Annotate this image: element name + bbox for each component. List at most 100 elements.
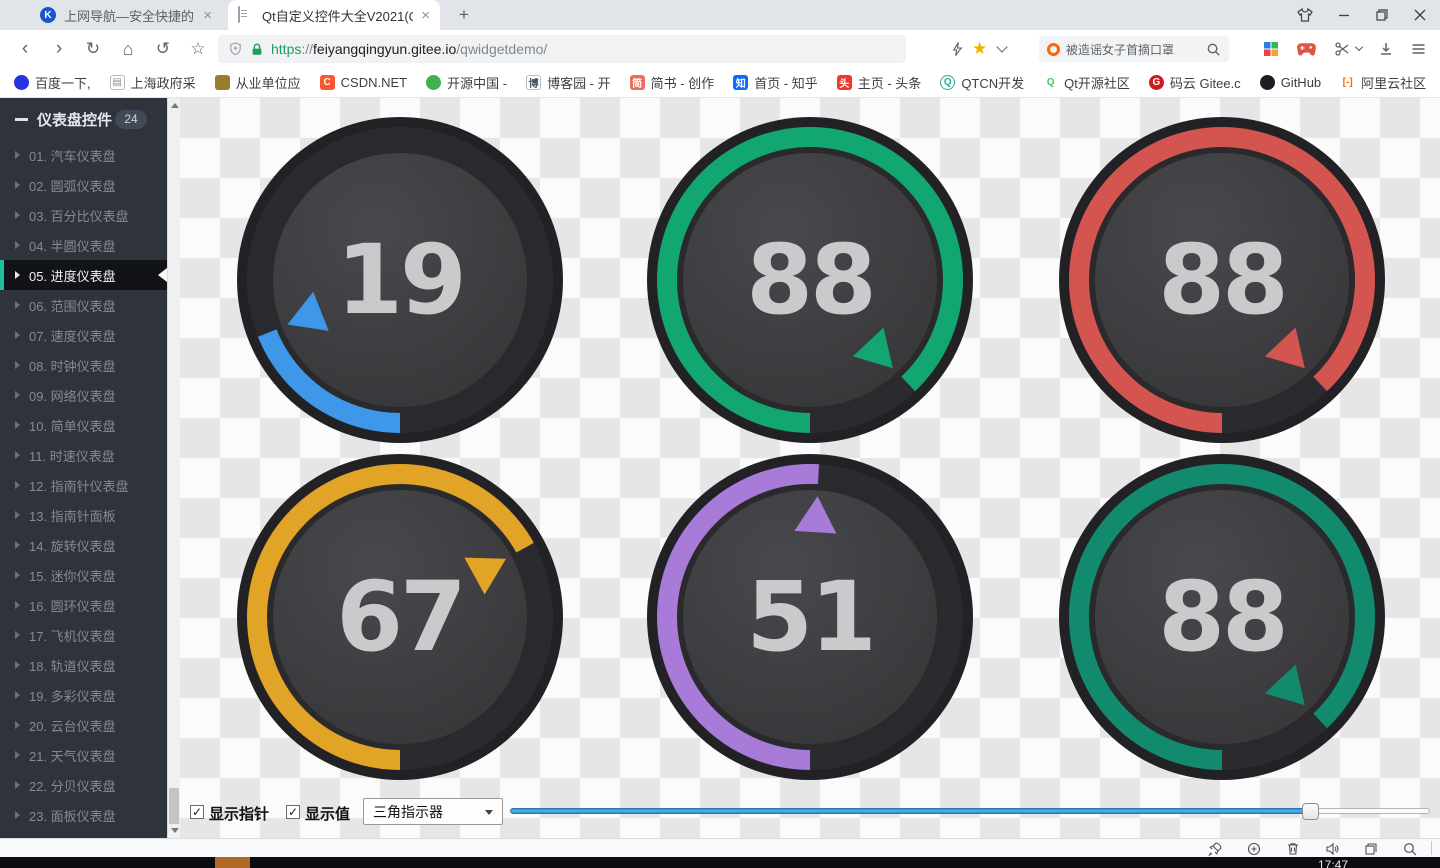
scroll-down-icon[interactable] (171, 828, 179, 833)
taskbar-clock: 17:47 (1318, 858, 1348, 868)
sidebar-item-08[interactable]: 08. 时钟仪表盘 (0, 350, 167, 380)
volume-icon[interactable] (1324, 841, 1340, 857)
expand-arrow-icon (15, 661, 20, 669)
new-tab-button[interactable]: + (452, 4, 476, 26)
slider-empty-track[interactable] (1310, 808, 1430, 814)
image-favicon (215, 75, 230, 90)
sidebar-item-15[interactable]: 15. 迷你仪表盘 (0, 560, 167, 590)
search-icon[interactable] (1206, 42, 1221, 57)
menu-hamburger-icon[interactable] (1410, 30, 1427, 68)
sidebar-item-18[interactable]: 18. 轨道仪表盘 (0, 650, 167, 680)
indicator-style-combobox[interactable]: 三角指示器 (363, 798, 503, 825)
sidebar-item-03[interactable]: 03. 百分比仪表盘 (0, 200, 167, 230)
taskbar-active-app[interactable] (215, 857, 250, 868)
multi-window-icon[interactable] (1363, 841, 1379, 857)
progress-gauge-teal: 88 (1059, 454, 1385, 780)
bookmark-item[interactable]: ▤上海政府采 (110, 73, 196, 92)
search-box[interactable]: 被造谣女子首摘口罩 (1039, 36, 1229, 62)
trash-cleaner-icon[interactable] (1285, 841, 1301, 857)
bookmark-item[interactable]: 简简书 - 创作 (630, 73, 715, 92)
restore-button[interactable] (1374, 7, 1390, 23)
bookmark-item[interactable]: QQTCN开发 (940, 73, 1024, 92)
expand-arrow-icon (15, 571, 20, 579)
restore-session-icon[interactable]: ↺ (150, 30, 176, 68)
scroll-up-icon[interactable] (171, 103, 179, 108)
sidebar-item-11[interactable]: 11. 时速仪表盘 (0, 440, 167, 470)
sidebar-item-02[interactable]: 02. 圆弧仪表盘 (0, 170, 167, 200)
value-slider[interactable] (510, 800, 1430, 822)
sidebar-item-06[interactable]: 06. 范围仪表盘 (0, 290, 167, 320)
jianshu-favicon: 简 (630, 75, 645, 90)
sidebar-item-20[interactable]: 20. 云台仪表盘 (0, 710, 167, 740)
sidebar-item-19[interactable]: 19. 多彩仪表盘 (0, 680, 167, 710)
expand-arrow-icon (15, 301, 20, 309)
expand-arrow-icon (15, 241, 20, 249)
favorite-star-icon[interactable]: ★ (972, 30, 987, 68)
bookmark-item[interactable]: 百度一下, (14, 73, 91, 92)
shield-icon[interactable] (228, 41, 243, 57)
progress-gauge-blue: 19 (237, 117, 563, 443)
slider-filled-track[interactable] (510, 808, 1310, 814)
search-hot-text[interactable]: 被造谣女子首摘口罩 (1066, 41, 1200, 58)
back-button[interactable]: ‹ (12, 30, 38, 68)
tab-nav-home[interactable]: K 上网导航—安全快捷的网址大 × (30, 0, 222, 30)
collapse-minus-icon (15, 118, 28, 121)
sidebar-item-12[interactable]: 12. 指南针仪表盘 (0, 470, 167, 500)
gitee-favicon: G (1149, 75, 1164, 90)
sidebar-item-16[interactable]: 16. 圆环仪表盘 (0, 590, 167, 620)
qt-community-favicon: Q (1043, 75, 1058, 90)
speed-mode-icon[interactable] (1246, 841, 1262, 857)
gauge-value: 88 (1059, 454, 1385, 780)
tab-qwidgetdemo[interactable]: Qt自定义控件大全V2021(QQ × (228, 0, 440, 30)
screenshot-scissors-icon[interactable] (1334, 30, 1350, 68)
expand-arrow-icon (15, 391, 20, 399)
sidebar-item-14[interactable]: 14. 旋转仪表盘 (0, 530, 167, 560)
expand-arrow-icon (15, 631, 20, 639)
rocket-boost-icon[interactable] (1207, 841, 1223, 857)
page-search-icon[interactable] (1402, 841, 1418, 857)
chevron-down-icon[interactable] (998, 30, 1006, 68)
sidebar-item-23[interactable]: 23. 面板仪表盘 (0, 800, 167, 830)
forward-button[interactable]: › (46, 30, 72, 68)
sidebar-group-header[interactable]: 仪表盘控件 24 (0, 98, 167, 140)
nav-site-favicon: K (40, 7, 56, 23)
sidebar-item-01[interactable]: 01. 汽车仪表盘 (0, 140, 167, 170)
sidebar-item-04[interactable]: 04. 半圆仪表盘 (0, 230, 167, 260)
sidebar-item-13[interactable]: 13. 指南针面板 (0, 500, 167, 530)
sidebar-scrollbar[interactable] (167, 98, 180, 838)
url-text[interactable]: https://feiyangqingyun.gitee.io/qwidgetd… (271, 41, 547, 57)
theme-shirt-icon[interactable] (1296, 7, 1314, 23)
bookmark-item[interactable]: 从业单位应 (215, 73, 301, 92)
minimize-button[interactable] (1336, 7, 1352, 23)
sidebar-item-10[interactable]: 10. 简单仪表盘 (0, 410, 167, 440)
games-gamepad-icon[interactable] (1296, 30, 1317, 68)
slider-handle[interactable] (1302, 803, 1319, 820)
address-bar[interactable]: https://feiyangqingyun.gitee.io/qwidgetd… (218, 35, 906, 63)
reload-button[interactable]: ↻ (80, 30, 106, 68)
show-value-checkbox[interactable]: ✓ (286, 805, 300, 819)
sidebar-item-07[interactable]: 07. 速度仪表盘 (0, 320, 167, 350)
download-icon[interactable] (1378, 30, 1394, 68)
windows-taskbar[interactable]: 17:47 (0, 857, 1440, 868)
sidebar-item-17[interactable]: 17. 飞机仪表盘 (0, 620, 167, 650)
aliyun-favicon: [-] (1340, 75, 1355, 90)
sidebar-item-09[interactable]: 09. 网络仪表盘 (0, 380, 167, 410)
bookmark-item[interactable]: 博博客园 - 开 (526, 73, 611, 92)
bookmark-item[interactable]: [-]阿里云社区 (1340, 73, 1426, 92)
scrollbar-thumb[interactable] (169, 788, 179, 824)
bookmark-item[interactable]: GitHub (1260, 75, 1321, 90)
scissors-dropdown-icon[interactable] (1356, 30, 1362, 68)
bookmark-item[interactable]: CCSDN.NET (320, 75, 407, 90)
close-window-button[interactable] (1412, 7, 1428, 23)
home-button[interactable]: ⌂ (115, 30, 141, 68)
bookmark-item[interactable]: QQt开源社区 (1043, 73, 1130, 92)
lightning-icon[interactable] (950, 30, 965, 68)
sidebar-item-21[interactable]: 21. 天气仪表盘 (0, 740, 167, 770)
sidebar-item-05-selected[interactable]: 05. 进度仪表盘 (0, 260, 180, 290)
bookmark-star-icon[interactable]: ☆ (185, 30, 211, 68)
sidebar-item-22[interactable]: 22. 分贝仪表盘 (0, 770, 167, 800)
show-pointer-checkbox[interactable]: ✓ (190, 805, 204, 819)
close-tab-icon[interactable]: × (421, 8, 430, 23)
close-tab-icon[interactable]: × (203, 8, 212, 23)
apps-grid-icon[interactable] (1263, 30, 1279, 68)
